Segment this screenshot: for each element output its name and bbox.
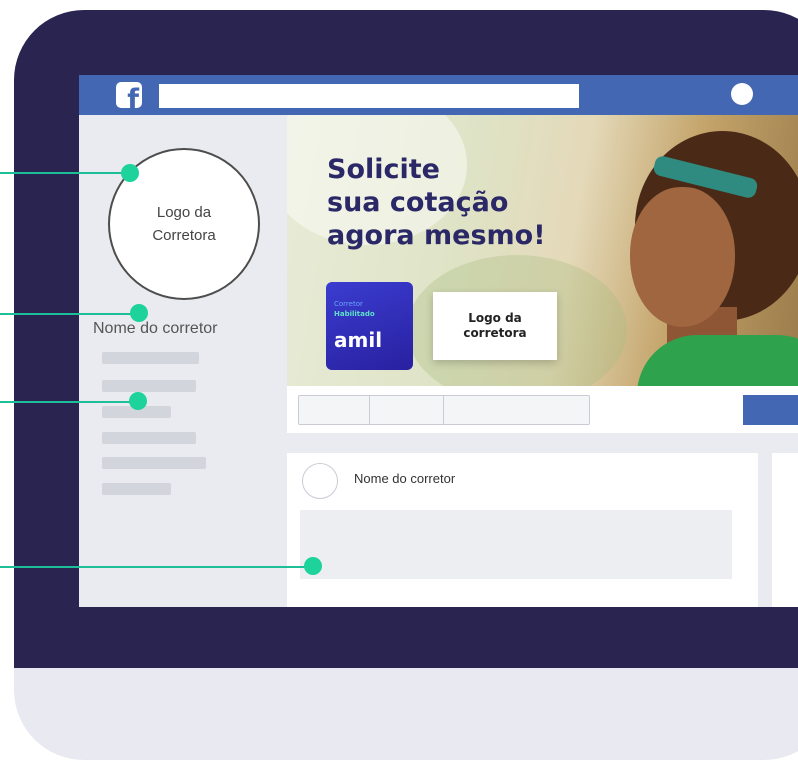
callout-line [0,401,138,403]
callout-line [0,566,312,568]
amil-badge-caption: Habilitado [334,310,375,318]
callout-line [0,172,130,174]
callout-dot [304,557,322,575]
facebook-top-bar: f [79,75,798,115]
sidebar-skeleton-line [102,457,206,469]
profile-picture-label: Logo da Corretora [152,203,216,244]
profile-sidebar: Logo da Corretora Nome do corretor [79,115,285,607]
sidebar-skeleton-line [102,483,171,495]
broker-logo-box: Logo da corretora [433,292,557,360]
broker-name: Nome do corretor [93,320,218,337]
facebook-page-mockup: f Logo da Corretora Nome do corretor Sol… [79,75,798,607]
callout-dot [129,392,147,410]
amil-logo: amil [334,328,383,352]
callout-line [0,313,140,315]
cover-photo: Solicite sua cotação agora mesmo! Corret… [287,115,798,386]
profile-tabs [298,395,590,425]
cover-headline: Solicite sua cotação agora mesmo! [327,154,546,251]
callout-dot [121,164,139,182]
amil-badge: Corretor Habilitado amil [326,282,413,370]
action-button[interactable] [743,395,798,425]
post-card: Nome do corretor [287,453,758,607]
facebook-logo-icon[interactable]: f [116,82,142,108]
amil-badge-caption: Corretor [334,300,363,308]
post-avatar[interactable] [302,463,338,499]
profile-tab[interactable] [444,396,589,424]
profile-tab[interactable] [370,396,444,424]
sidebar-skeleton-line [102,380,196,392]
post-content [300,510,732,579]
main-column: Solicite sua cotação agora mesmo! Corret… [287,115,798,607]
profile-tabs-row [287,386,798,433]
sidebar-skeleton-line [102,352,199,364]
profile-tab[interactable] [299,396,370,424]
woman-photo [630,187,735,327]
broker-logo-label: Logo da corretora [463,311,527,340]
woman-photo [637,335,798,386]
profile-icon[interactable] [731,83,753,105]
search-input[interactable] [159,84,579,108]
side-card [772,453,798,607]
sidebar-skeleton-line [102,432,196,444]
callout-dot [130,304,148,322]
post-author[interactable]: Nome do corretor [354,471,455,486]
